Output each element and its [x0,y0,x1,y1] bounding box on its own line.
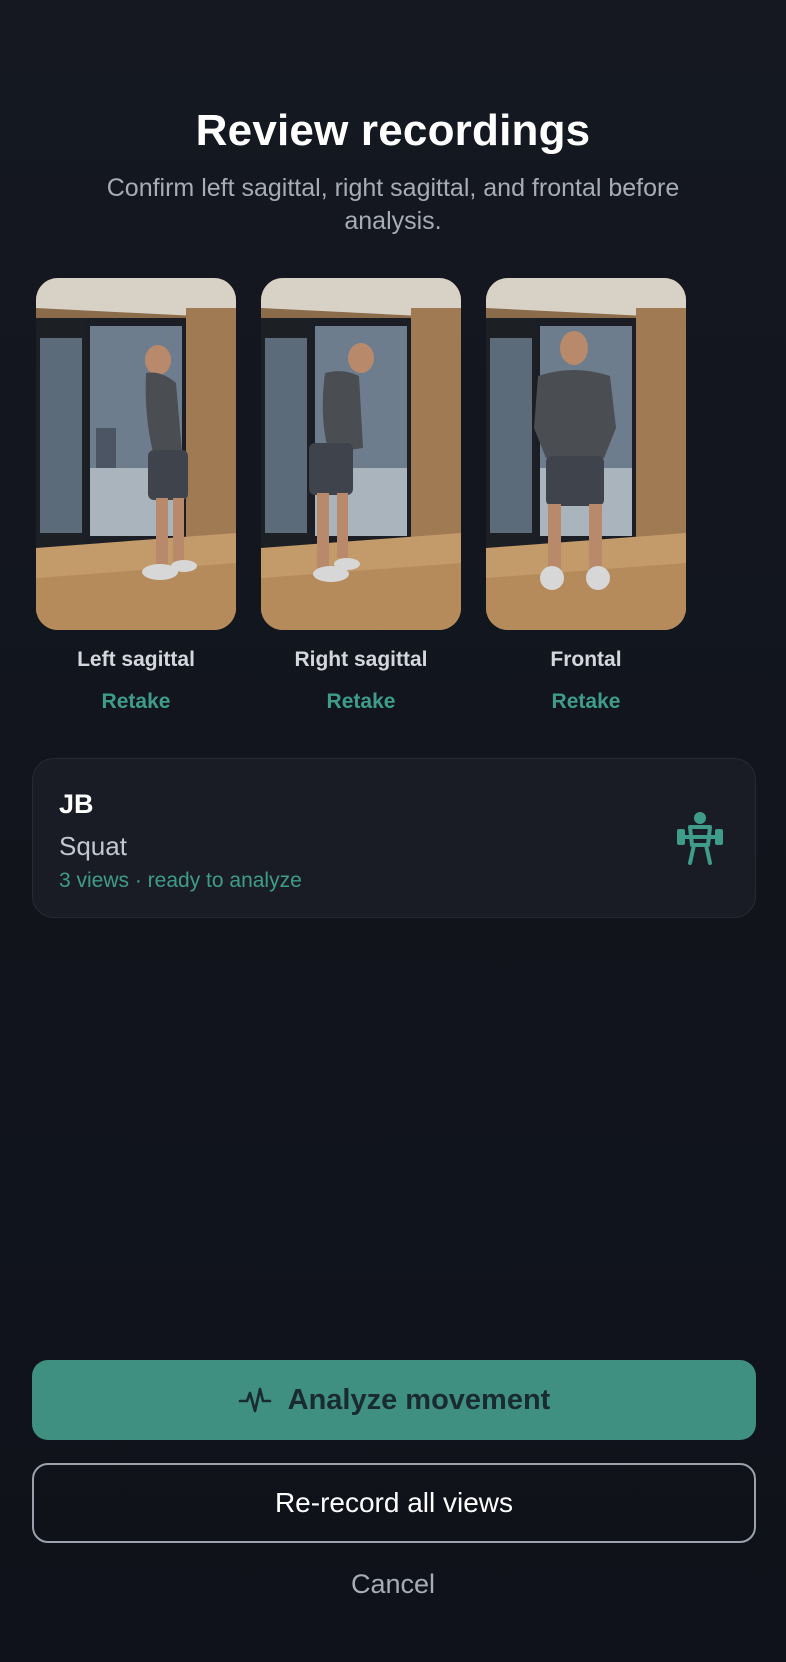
video-thumbnail[interactable] [261,278,461,630]
left-sagittal-frame-image [36,278,236,630]
client-initials: JB [59,789,94,819]
frontal-frame-image [486,278,686,630]
recording-label: Right sagittal [294,648,428,671]
recording-right-sagittal: Right sagittal Retake [261,278,461,714]
recording-left-sagittal: Left sagittal Retake [36,278,236,714]
retake-button[interactable]: Retake [301,690,421,714]
session-summary-card: JB Squat 3 views · ready to analyze [32,758,756,918]
rerecord-all-button[interactable]: Re-record all views [32,1463,756,1543]
review-recordings-screen: Review recordings Confirm left sagittal,… [0,0,786,1662]
page-title: Review recordings [195,106,591,155]
recording-frontal: Frontal Retake [486,278,686,714]
retake-button[interactable]: Retake [76,690,196,714]
weightlifter-icon [677,812,723,865]
right-sagittal-frame-image [261,278,461,630]
analyze-movement-button[interactable]: Analyze movement [32,1360,756,1440]
cancel-button[interactable]: Cancel [293,1562,493,1606]
page-subtitle: Confirm left sagittal, right sagittal, a… [106,174,680,235]
exercise-name: Squat [59,831,127,861]
recording-thumbnails: Left sagittal Retake Right sagittal Reta… [36,278,736,718]
recording-label: Left sagittal [77,648,195,671]
analyze-movement-label: Analyze movement [287,1383,551,1416]
video-thumbnail[interactable] [36,278,236,630]
pulse-icon [238,1387,271,1413]
recording-label: Frontal [550,648,622,671]
video-thumbnail[interactable] [486,278,686,630]
retake-button[interactable]: Retake [526,690,646,714]
status-text: 3 views · ready to analyze [59,869,302,892]
